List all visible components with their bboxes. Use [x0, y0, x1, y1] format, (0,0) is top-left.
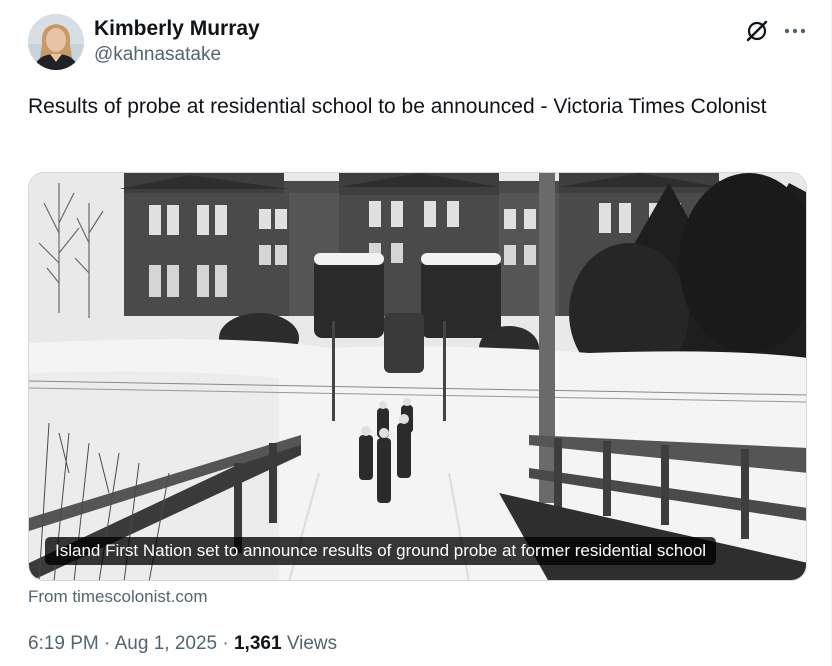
author-handle[interactable]: @kahnasatake	[94, 42, 260, 68]
meta-separator: ·	[104, 633, 111, 654]
tweet-meta: 6:19 PM · Aug 1, 2025 · 1,361 Views	[28, 631, 337, 657]
author-display-name[interactable]: Kimberly Murray	[94, 16, 260, 42]
avatar-image	[28, 14, 84, 70]
card-source[interactable]: From timescolonist.com	[28, 586, 207, 608]
tweet-header: Kimberly Murray @kahnasatake	[28, 14, 818, 72]
author-names: Kimberly Murray @kahnasatake	[94, 16, 260, 68]
views-label: Views	[286, 633, 338, 654]
card-caption: Island First Nation set to announce resu…	[45, 537, 717, 565]
grok-icon[interactable]	[744, 18, 770, 44]
views-count[interactable]: 1,361	[234, 633, 282, 654]
more-icon[interactable]	[780, 18, 810, 44]
tweet-date[interactable]: Aug 1, 2025	[115, 633, 217, 654]
meta-separator-2: ·	[222, 633, 229, 654]
link-card[interactable]: Island First Nation set to announce resu…	[28, 172, 807, 581]
avatar[interactable]	[28, 14, 84, 70]
tweet-time[interactable]: 6:19 PM	[28, 633, 99, 654]
card-image	[29, 173, 806, 580]
tweet-text: Results of probe at residential school t…	[28, 95, 767, 118]
